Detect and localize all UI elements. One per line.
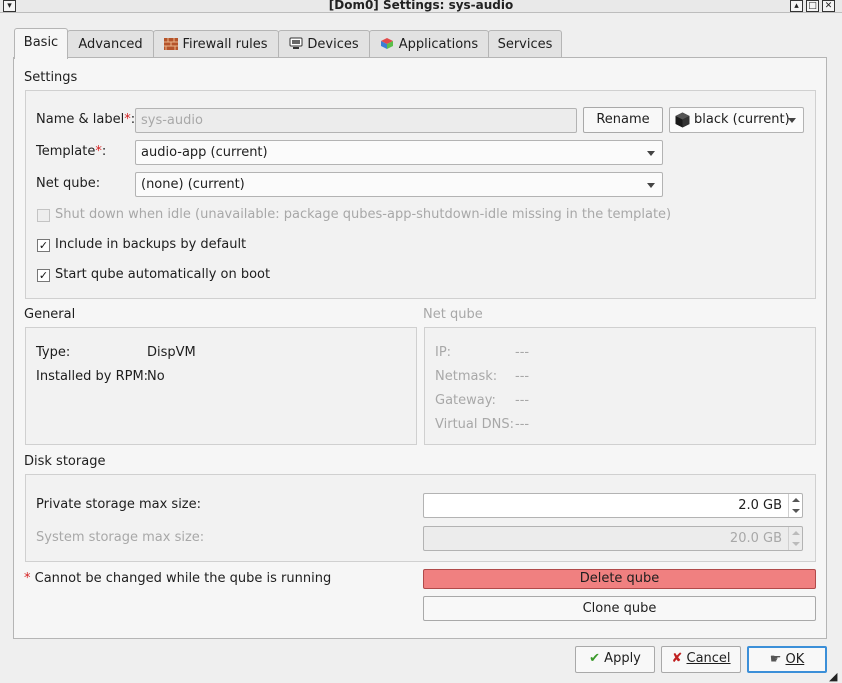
tab-advanced[interactable]: Advanced (67, 30, 154, 58)
chevron-down-icon (647, 183, 655, 188)
shutdown-idle-checkbox[interactable] (37, 209, 50, 222)
netmask-value: --- (515, 369, 530, 384)
general-section-title: General (24, 307, 76, 322)
chevron-down-icon (788, 118, 796, 123)
devices-icon (289, 33, 303, 60)
cancel-x-icon: ✘ (671, 651, 683, 666)
rpm-label: Installed by RPM: (36, 369, 149, 384)
cancel-button[interactable]: ✘ Cancel (661, 646, 741, 673)
netqube-label: Net qube: (36, 176, 101, 191)
gateway-label: Gateway: (435, 393, 496, 408)
netmask-label: Netmask: (435, 369, 498, 384)
applications-icon (380, 33, 395, 60)
dns-label: Virtual DNS: (435, 417, 514, 432)
chevron-up-icon (792, 498, 800, 502)
start-on-boot-checkbox[interactable]: ✓ (37, 269, 50, 282)
firewall-icon (164, 33, 179, 60)
ip-label: IP: (435, 345, 452, 360)
ip-value: --- (515, 345, 530, 360)
ok-button[interactable]: ☛ OK (747, 646, 827, 673)
type-value: DispVM (147, 345, 196, 360)
tab-basic[interactable]: Basic (14, 28, 68, 59)
window-title: [Dom0] Settings: sys-audio (328, 0, 514, 12)
tab-firewall-rules[interactable]: Firewall rules (153, 30, 279, 58)
tab-applications[interactable]: Applications (369, 30, 489, 58)
spin-arrows[interactable] (788, 527, 802, 550)
gateway-value: --- (515, 393, 530, 408)
apply-button[interactable]: ✔ Apply (575, 646, 655, 673)
start-on-boot-label: Start qube automatically on boot (55, 267, 271, 282)
cube-icon (675, 112, 690, 136)
chevron-up-icon (792, 531, 800, 535)
clone-qube-button[interactable]: Clone qube (423, 596, 816, 621)
resize-grip-icon[interactable]: ◢ (829, 670, 837, 683)
close-icon[interactable]: ✕ (822, 0, 835, 12)
rpm-value: No (147, 369, 165, 384)
private-storage-label: Private storage max size: (36, 497, 202, 512)
template-label: Template*: (36, 144, 107, 159)
chevron-down-icon (792, 542, 800, 546)
checkmark-icon: ✔ (589, 651, 601, 666)
system-storage-label: System storage max size: (36, 530, 205, 545)
type-label: Type: (36, 345, 71, 360)
netqube-select[interactable]: (none) (current) (135, 172, 663, 197)
running-note: * Cannot be changed while the qube is ru… (24, 571, 332, 586)
include-backups-label: Include in backups by default (55, 237, 247, 252)
shutdown-idle-label: Shut down when idle (unavailable: packag… (55, 207, 672, 222)
name-input[interactable]: sys-audio (135, 108, 577, 133)
include-backups-checkbox[interactable]: ✓ (37, 239, 50, 252)
netqube-section-title: Net qube (423, 307, 483, 322)
system-storage-spinbox[interactable]: 20.0 GB (423, 526, 803, 551)
template-select[interactable]: audio-app (current) (135, 140, 663, 165)
private-storage-spinbox[interactable]: 2.0 GB (423, 493, 803, 518)
dns-value: --- (515, 417, 530, 432)
ok-hand-icon: ☛ (769, 652, 782, 667)
shade-icon[interactable]: ▴ (790, 0, 803, 12)
title-bar: ▾ [Dom0] Settings: sys-audio ▴ □ ✕ (0, 0, 842, 13)
rename-button[interactable]: Rename (583, 107, 663, 133)
settings-section-title: Settings (24, 70, 78, 85)
tab-devices[interactable]: Devices (278, 30, 370, 58)
general-group (25, 327, 417, 445)
disk-section-title: Disk storage (24, 454, 106, 469)
maximize-icon[interactable]: □ (806, 0, 819, 12)
tab-services[interactable]: Services (488, 30, 562, 58)
delete-qube-button[interactable]: Delete qube (423, 569, 816, 589)
label-color-select[interactable]: black (current) (669, 107, 804, 133)
name-label: Name & label*: (36, 112, 136, 127)
spin-arrows[interactable] (788, 494, 802, 517)
chevron-down-icon (647, 151, 655, 156)
chevron-down-icon (792, 509, 800, 513)
system-storage-value: 20.0 GB (729, 531, 782, 546)
private-storage-value: 2.0 GB (738, 498, 782, 513)
